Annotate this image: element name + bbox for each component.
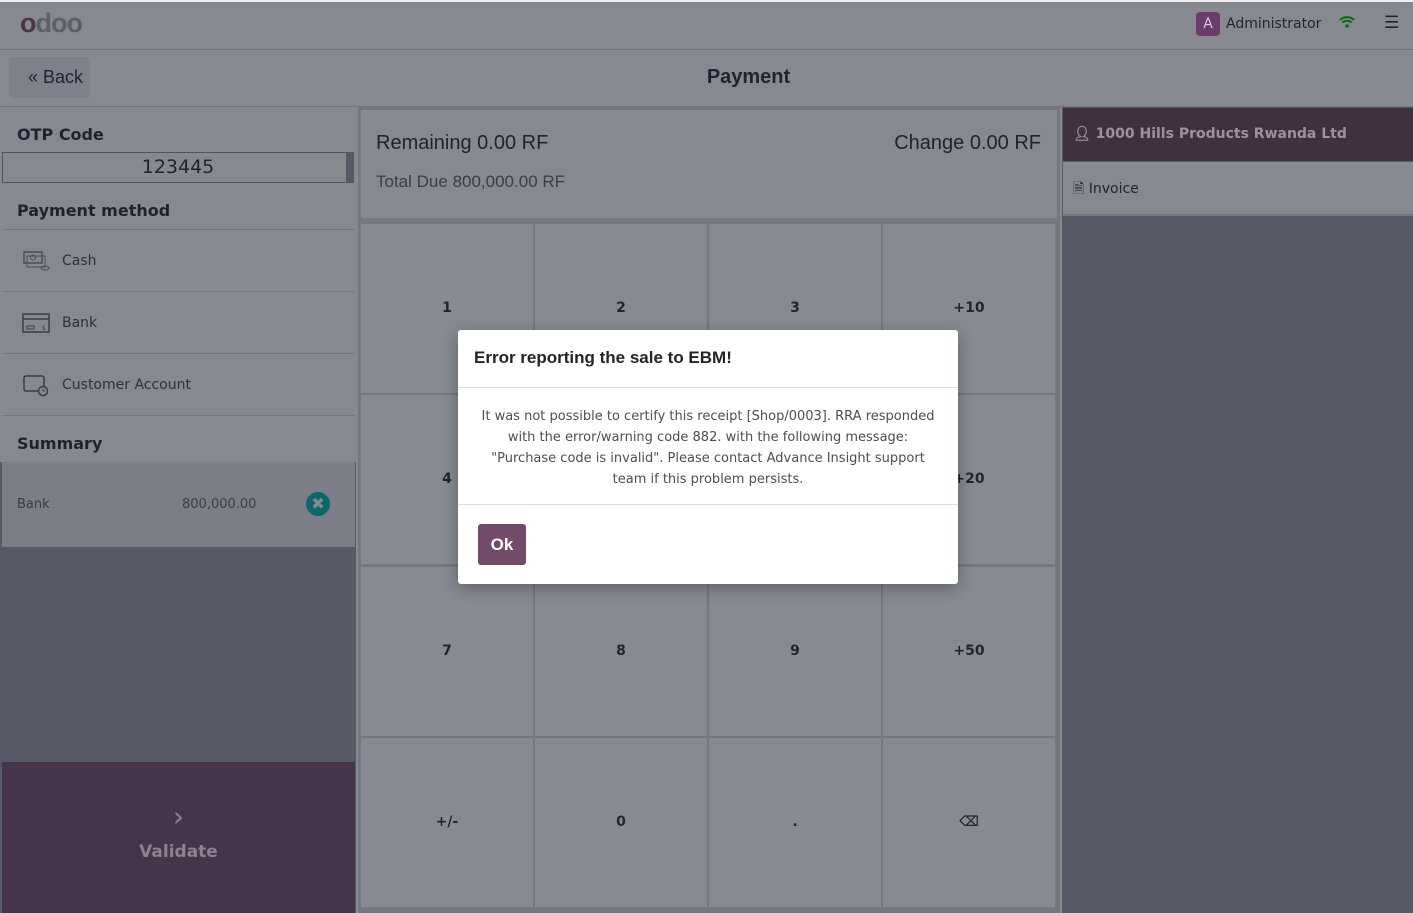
summary-line[interactable]: Bank 800,000.00 ✖ bbox=[2, 462, 355, 547]
dialog-message: It was not possible to certify this rece… bbox=[458, 387, 958, 505]
payment-method-cash[interactable]: Cash bbox=[2, 229, 355, 291]
user-name[interactable]: Administrator bbox=[1226, 16, 1321, 32]
error-dialog: Error reporting the sale to EBM! It was … bbox=[458, 330, 958, 584]
odoo-logo: odoo bbox=[20, 8, 83, 38]
remove-payment-icon[interactable]: ✖ bbox=[306, 492, 330, 516]
otp-input[interactable]: 123445 bbox=[2, 152, 354, 183]
summary-amount: 800,000.00 bbox=[182, 497, 257, 512]
bank-card-icon: $ bbox=[22, 312, 50, 333]
page-title: Payment bbox=[706, 66, 791, 88]
numpad-key[interactable]: +50 bbox=[883, 567, 1055, 736]
numpad-key[interactable]: . bbox=[709, 738, 881, 907]
payment-method-bank[interactable]: $ Bank bbox=[2, 291, 355, 353]
numpad-key[interactable]: 0 bbox=[535, 738, 707, 907]
summary-method: Bank bbox=[17, 497, 50, 512]
numpad-key[interactable]: 8 bbox=[535, 567, 707, 736]
hamburger-icon[interactable]: ☰ bbox=[1384, 13, 1399, 33]
numpad-key[interactable]: 9 bbox=[709, 567, 881, 736]
backspace-key[interactable]: ⌫ bbox=[883, 738, 1055, 907]
numpad-key[interactable]: 7 bbox=[361, 567, 533, 736]
payment-right-panel bbox=[1062, 107, 1413, 913]
payment-status: Remaining 0.00 RF Change 0.00 RF Total D… bbox=[361, 110, 1057, 218]
customer-button[interactable]: 👤︎ 1000 Hills Products Rwanda Ltd bbox=[1063, 108, 1413, 161]
document-icon: 🗎 bbox=[1073, 181, 1089, 197]
validate-button[interactable]: › Validate bbox=[2, 762, 355, 913]
remaining: Remaining 0.00 RF bbox=[376, 132, 549, 154]
payment-method-customer-account[interactable]: Customer Account bbox=[2, 353, 355, 415]
dialog-title: Error reporting the sale to EBM! bbox=[474, 348, 732, 367]
user-icon: 👤︎ bbox=[1073, 126, 1096, 142]
divider bbox=[2, 415, 355, 416]
wifi-icon bbox=[1339, 16, 1355, 32]
chevron-right-icon: › bbox=[172, 800, 185, 833]
svg-text:$: $ bbox=[42, 325, 46, 332]
user-avatar[interactable]: A bbox=[1196, 12, 1220, 36]
summary-label: Summary bbox=[17, 434, 103, 453]
numpad-key[interactable]: +/- bbox=[361, 738, 533, 907]
invoice-button[interactable]: 🗎 Invoice bbox=[1063, 162, 1413, 216]
otp-label: OTP Code bbox=[17, 125, 104, 144]
payment-method-label: Payment method bbox=[17, 201, 171, 220]
change: Change 0.00 RF bbox=[894, 132, 1041, 154]
ok-button[interactable]: Ok bbox=[478, 524, 526, 565]
cash-icon bbox=[23, 250, 50, 270]
total-due: Total Due 800,000.00 RF bbox=[376, 172, 566, 191]
scrollbar[interactable] bbox=[346, 152, 354, 183]
customer-account-icon bbox=[23, 374, 49, 396]
